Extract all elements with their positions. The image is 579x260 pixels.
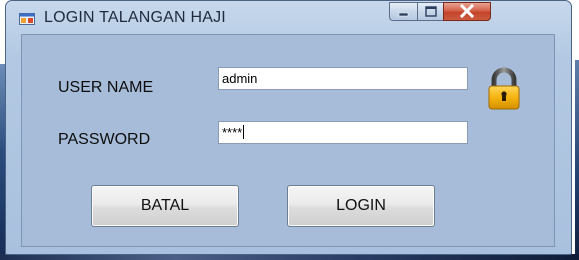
username-value: admin — [222, 71, 258, 86]
cancel-button[interactable]: BATAL — [91, 185, 239, 227]
app-icon — [19, 13, 35, 25]
minimize-button[interactable] — [389, 2, 418, 21]
title-bar[interactable]: LOGIN TALANGAN HAJI — [6, 1, 571, 33]
minimize-icon — [398, 12, 409, 17]
password-input[interactable]: **** — [218, 121, 468, 144]
password-value: **** — [222, 125, 243, 140]
maximize-button[interactable] — [417, 2, 444, 21]
username-label: USER NAME — [58, 79, 154, 96]
form-client-area: USER NAME admin PASSWORD **** BATAL LOGI… — [21, 34, 555, 247]
maximize-icon — [425, 6, 437, 17]
close-button[interactable] — [443, 2, 491, 21]
padlock-icon — [488, 67, 520, 110]
username-input[interactable]: admin — [218, 67, 468, 90]
login-window: LOGIN TALANGAN HAJI USER NAME admin PASS… — [5, 0, 572, 255]
desktop-background-right — [575, 60, 579, 260]
close-icon — [459, 3, 475, 19]
login-button[interactable]: LOGIN — [287, 185, 435, 227]
password-label: PASSWORD — [58, 131, 151, 148]
window-title: LOGIN TALANGAN HAJI — [44, 9, 226, 26]
text-caret — [243, 125, 245, 139]
